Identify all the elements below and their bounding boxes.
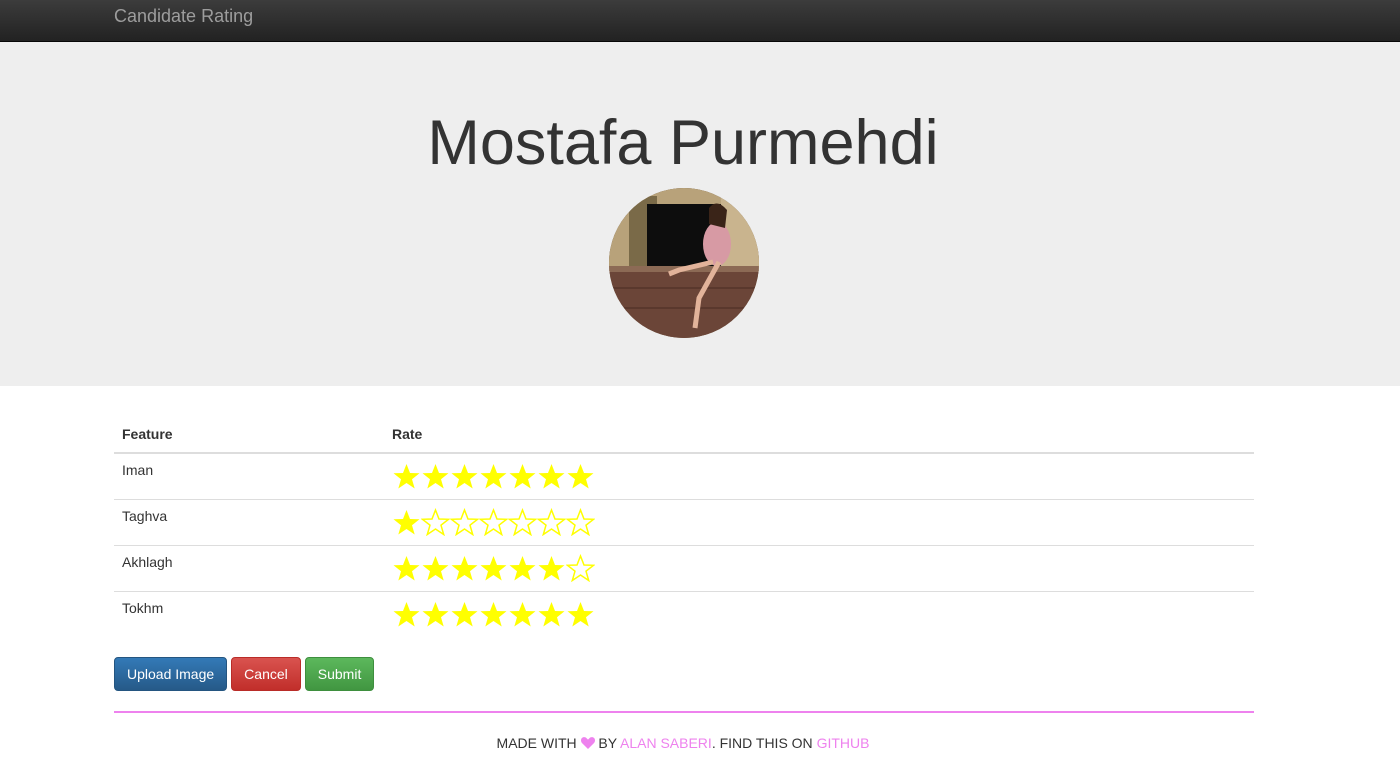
footer: MADE WITH BY ALAN SABERI. FIND THIS ON G… bbox=[0, 734, 1366, 752]
star-filled-icon[interactable] bbox=[566, 462, 595, 490]
star-filled-icon[interactable] bbox=[537, 554, 566, 582]
rating-cell bbox=[384, 498, 1254, 545]
github-link[interactable]: GITHUB bbox=[817, 735, 870, 751]
star-empty-icon[interactable] bbox=[479, 507, 508, 536]
cancel-button[interactable]: Cancel bbox=[231, 657, 301, 691]
star-filled-icon[interactable] bbox=[392, 600, 421, 628]
rating-cell bbox=[384, 590, 1254, 637]
star-filled-icon[interactable] bbox=[421, 554, 450, 582]
action-buttons: Upload Image Cancel Submit bbox=[114, 657, 375, 691]
star-filled-icon[interactable] bbox=[450, 462, 479, 490]
star-filled-icon[interactable] bbox=[392, 554, 421, 582]
star-filled-icon[interactable] bbox=[508, 554, 537, 582]
footer-by: BY bbox=[598, 735, 617, 751]
candidate-photo-icon bbox=[609, 188, 759, 338]
header-rate: Rate bbox=[384, 416, 1254, 454]
upload-image-button[interactable]: Upload Image bbox=[114, 657, 228, 691]
feature-label: Iman bbox=[122, 462, 154, 478]
star-filled-icon[interactable] bbox=[508, 462, 537, 490]
submit-button[interactable]: Submit bbox=[304, 657, 375, 691]
star-rating[interactable] bbox=[392, 507, 1246, 536]
star-rating[interactable] bbox=[392, 462, 1246, 490]
star-filled-icon[interactable] bbox=[421, 462, 450, 490]
navbar: Candidate Rating bbox=[0, 0, 1400, 42]
star-rating[interactable] bbox=[392, 600, 1246, 628]
candidate-avatar bbox=[609, 188, 759, 338]
star-filled-icon[interactable] bbox=[537, 462, 566, 490]
star-filled-icon[interactable] bbox=[392, 462, 421, 490]
star-empty-icon[interactable] bbox=[508, 507, 537, 536]
star-empty-icon[interactable] bbox=[566, 553, 595, 582]
feature-label: Akhlagh bbox=[114, 544, 384, 591]
ratings-table: Feature Rate Iman Taghva Akhlagh Tokhm bbox=[114, 416, 1254, 637]
star-filled-icon[interactable] bbox=[450, 600, 479, 628]
rating-row: Tokhm bbox=[114, 590, 1254, 637]
rating-row: Iman bbox=[114, 453, 1254, 499]
star-empty-icon[interactable] bbox=[537, 507, 566, 536]
candidate-header: Mostafa Purmehdi bbox=[0, 42, 1400, 386]
star-filled-icon[interactable] bbox=[537, 600, 566, 628]
rating-cell bbox=[384, 544, 1254, 591]
feature-label: Taghva bbox=[114, 498, 384, 545]
star-filled-icon[interactable] bbox=[566, 600, 595, 628]
star-empty-icon[interactable] bbox=[450, 507, 479, 536]
star-filled-icon[interactable] bbox=[421, 600, 450, 628]
rating-row: Taghva bbox=[114, 498, 1254, 545]
footer-made-with: MADE WITH bbox=[496, 735, 577, 751]
star-filled-icon[interactable] bbox=[450, 554, 479, 582]
footer-divider bbox=[114, 711, 1254, 713]
author-link[interactable]: ALAN SABERI bbox=[620, 735, 712, 751]
star-filled-icon[interactable] bbox=[392, 508, 421, 536]
star-filled-icon[interactable] bbox=[508, 600, 537, 628]
star-filled-icon[interactable] bbox=[479, 554, 508, 582]
star-filled-icon[interactable] bbox=[479, 600, 508, 628]
star-filled-icon[interactable] bbox=[479, 462, 508, 490]
rating-cell bbox=[384, 453, 1254, 499]
heart-icon bbox=[580, 737, 595, 749]
star-empty-icon[interactable] bbox=[566, 507, 595, 536]
navbar-brand[interactable]: Candidate Rating bbox=[114, 5, 253, 27]
star-empty-icon[interactable] bbox=[421, 507, 450, 536]
ratings-table-container: Feature Rate Iman Taghva Akhlagh Tokhm bbox=[114, 416, 1254, 637]
rating-row: Akhlagh bbox=[114, 544, 1254, 591]
feature-label: Tokhm bbox=[114, 590, 384, 637]
header-feature: Feature bbox=[114, 416, 384, 454]
star-rating[interactable] bbox=[392, 553, 1246, 582]
footer-find: . FIND THIS ON bbox=[711, 735, 813, 751]
candidate-name: Mostafa Purmehdi bbox=[427, 108, 939, 178]
